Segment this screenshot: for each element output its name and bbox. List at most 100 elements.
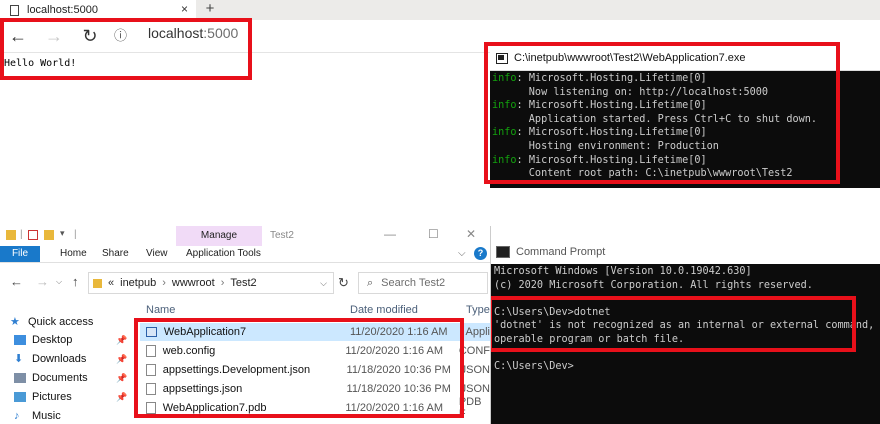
column-name[interactable]: Name — [146, 304, 175, 316]
file-row[interactable]: appsettings.json 11/18/2020 10:36 PM JSON — [140, 380, 490, 398]
log-level: info — [492, 154, 517, 166]
close-tab-icon[interactable]: × — [181, 2, 188, 16]
quick-access-icon: ★ — [10, 316, 20, 328]
downloads-icon: ⬇ — [14, 353, 24, 365]
nav-item-music[interactable]: ♪ Music — [14, 410, 61, 422]
log-text: : Microsoft.Hosting.Lifetime[0] — [516, 127, 707, 139]
breadcrumb-inetpub[interactable]: inetpub — [120, 277, 156, 289]
file-row[interactable]: WebApplication7 11/20/2020 1:16 AM Appli — [140, 323, 490, 341]
pin-icon[interactable]: 📌 — [116, 373, 127, 384]
quick-access-dropdown-icon[interactable]: ▾ — [60, 228, 65, 239]
column-type[interactable]: Type — [466, 304, 490, 316]
file-date: 11/20/2020 1:16 AM — [345, 402, 444, 414]
tab-title: localhost:5000 — [27, 4, 98, 16]
pin-icon[interactable]: 📌 — [116, 354, 127, 365]
column-date-modified[interactable]: Date modified — [350, 304, 418, 316]
site-info-icon[interactable]: ⓘ — [114, 24, 127, 48]
column-headers: Name Date modified Type — [140, 304, 490, 320]
console-line: Hosting environment: Production — [492, 140, 817, 154]
log-text: : Microsoft.Hosting.Lifetime[0] — [516, 154, 707, 166]
cmd-title: Command Prompt — [516, 246, 606, 258]
close-button[interactable]: ✕ — [466, 227, 476, 241]
back-arrow-icon[interactable]: ← — [10, 274, 23, 289]
log-text: Now listening on: http://localhost:5000 — [492, 86, 769, 98]
search-box[interactable]: ⌕ Search Test2 — [358, 272, 488, 294]
log-text: : Microsoft.Hosting.Lifetime[0] — [516, 100, 707, 112]
log-text: : Microsoft.Hosting.Lifetime[0] — [516, 73, 707, 84]
documents-icon — [14, 373, 26, 383]
pictures-icon — [14, 392, 26, 402]
tab-file[interactable]: File — [0, 246, 40, 262]
console-window-webapp[interactable]: C:\inetpub\wwwroot\Test2\WebApplication7… — [490, 46, 880, 188]
refresh-button[interactable]: ↻ — [78, 24, 102, 48]
ribbon-expand-icon[interactable]: ⌵ — [458, 248, 466, 259]
console-title: C:\inetpub\wwwroot\Test2\WebApplication7… — [514, 52, 746, 64]
folder-icon — [93, 278, 102, 288]
refresh-icon[interactable]: ↻ — [338, 275, 349, 291]
file-icon — [146, 364, 156, 376]
address-bar[interactable]: localhost:5000 — [148, 25, 238, 41]
address-port: :5000 — [203, 25, 239, 41]
new-tab-button[interactable]: + — [200, 0, 220, 20]
file-row[interactable]: WebApplication7.pdb 11/20/2020 1:16 AM PDB… — [140, 396, 490, 420]
cmd-title-bar: Command Prompt — [490, 240, 880, 264]
console-title-bar: C:\inetpub\wwwroot\Test2\WebApplication7… — [490, 46, 880, 71]
file-row[interactable]: web.config 11/20/2020 1:16 AM CONF — [140, 342, 490, 360]
console-line: Content root path: C:\inetpub\wwwroot\Te… — [492, 167, 817, 181]
file-type: JSON — [460, 364, 490, 376]
pin-icon[interactable]: 📌 — [116, 392, 127, 403]
maximize-button[interactable]: ☐ — [428, 227, 439, 241]
search-icon: ⌕ — [367, 276, 374, 289]
file-date: 11/20/2020 1:16 AM — [345, 345, 444, 357]
help-icon[interactable]: ? — [474, 247, 487, 260]
explorer-window-title: Test2 — [270, 230, 294, 241]
up-arrow-icon[interactable]: ↑ — [72, 274, 79, 289]
nav-item-documents[interactable]: Documents — [14, 372, 88, 384]
log-text: Hosting environment: Production — [492, 140, 719, 152]
properties-icon[interactable] — [28, 230, 38, 240]
address-host: localhost — [148, 25, 204, 41]
cmd-output: Microsoft Windows [Version 10.0.19042.63… — [494, 265, 874, 374]
minimize-button[interactable]: — — [384, 227, 396, 241]
file-name: web.config — [162, 345, 216, 357]
tab-application-tools[interactable]: Application Tools — [186, 248, 261, 259]
tab-home[interactable]: Home — [60, 248, 87, 259]
console-line: Now listening on: http://localhost:5000 — [492, 86, 817, 100]
console-line: info: Microsoft.Hosting.Lifetime[0] — [492, 126, 817, 140]
executable-icon — [146, 327, 157, 337]
nav-item-quick-access[interactable]: ★ Quick access — [10, 316, 93, 328]
cmd-line: (c) 2020 Microsoft Corporation. All righ… — [494, 279, 813, 291]
folder-icon — [6, 230, 16, 240]
nav-item-pictures[interactable]: Pictures — [14, 391, 72, 403]
file-icon — [146, 402, 156, 414]
file-date: 11/20/2020 1:16 AM — [349, 326, 448, 338]
command-prompt-window[interactable]: Command Prompt Microsoft Windows [Versio… — [490, 240, 880, 424]
nav-item-label: Desktop — [32, 334, 73, 346]
forward-arrow-icon[interactable]: → — [36, 274, 49, 289]
file-row[interactable]: appsettings.Development.json 11/18/2020 1… — [140, 361, 490, 379]
forward-button[interactable]: → — [42, 24, 66, 48]
back-button[interactable]: ← — [6, 24, 30, 48]
log-text: Application started. Press Ctrl+C to shu… — [492, 113, 818, 125]
page-icon — [10, 4, 19, 16]
address-path-bar[interactable]: « inetpub › wwwroot › Test2 ⌵ — [88, 272, 334, 294]
browser-tab[interactable]: localhost:5000 × — [0, 0, 196, 20]
pin-icon[interactable]: 📌 — [116, 335, 127, 346]
nav-item-downloads[interactable]: ⬇ Downloads — [14, 353, 86, 365]
tab-share[interactable]: Share — [102, 248, 129, 259]
console-line: info: Microsoft.Hosting.Lifetime[0] — [492, 154, 817, 168]
nav-item-label: Downloads — [32, 353, 87, 365]
breadcrumb-wwwroot[interactable]: wwwroot — [172, 277, 215, 289]
tab-view[interactable]: View — [146, 248, 168, 259]
breadcrumb-test2[interactable]: Test2 — [230, 277, 256, 289]
ribbon-tabs: Home Share View Application Tools ⌵ ? — [0, 246, 490, 263]
log-level: info — [492, 73, 517, 84]
nav-item-desktop[interactable]: Desktop — [14, 334, 72, 346]
new-folder-icon[interactable] — [44, 230, 54, 240]
breadcrumb-overflow[interactable]: « — [108, 277, 114, 289]
console-line: info: Microsoft.Hosting.Lifetime[0] — [492, 72, 817, 86]
path-dropdown-icon[interactable]: ⌵ — [320, 278, 327, 289]
recent-dropdown-icon[interactable]: ⌵ — [56, 277, 62, 287]
nav-item-label: Documents — [32, 372, 88, 384]
console-output: info: Microsoft.Hosting.Lifetime[0] Now … — [492, 72, 817, 181]
